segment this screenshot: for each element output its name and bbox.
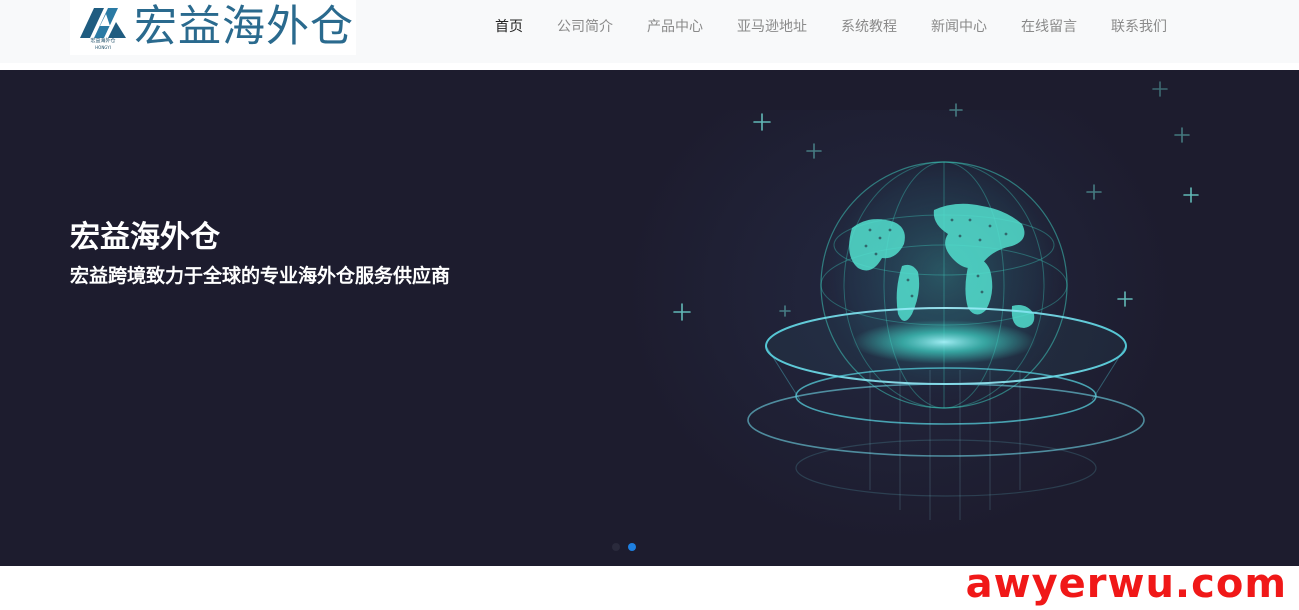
site-header: 宏益海外仓 HONGYI 宏益海外仓 首页 公司简介 产品中心 亚马逊地址 系统… [0, 0, 1299, 63]
nav-item-tutorials[interactable]: 系统教程 [824, 0, 914, 55]
nav-item-news[interactable]: 新闻中心 [914, 0, 1004, 55]
watermark: awyerwu.com [965, 561, 1287, 607]
nav-item-about[interactable]: 公司简介 [540, 0, 630, 55]
page: 宏益海外仓 HONGYI 宏益海外仓 首页 公司简介 产品中心 亚马逊地址 系统… [0, 0, 1299, 610]
logo-mark-subcaption: HONGYI [95, 45, 111, 50]
nav-item-message[interactable]: 在线留言 [1004, 0, 1094, 55]
globe-illustration [673, 81, 1199, 520]
hero-title: 宏益海外仓 [70, 220, 220, 255]
carousel-dot-2[interactable] [628, 543, 636, 551]
site-logo[interactable]: 宏益海外仓 HONGYI 宏益海外仓 [70, 0, 356, 55]
hero-subtitle: 宏益跨境致力于全球的专业海外仓服务供应商 [70, 265, 451, 287]
logo-mark-caption: 宏益海外仓 [90, 38, 116, 44]
nav-item-home[interactable]: 首页 [478, 0, 540, 55]
nav-item-amazon-address[interactable]: 亚马逊地址 [720, 0, 824, 55]
nav-item-contact[interactable]: 联系我们 [1094, 0, 1184, 55]
hero-banner[interactable]: 宏益海外仓 宏益跨境致力于全球的专业海外仓服务供应商 [0, 70, 1299, 566]
carousel-dots [612, 543, 636, 551]
carousel-dot-1[interactable] [612, 543, 620, 551]
logo-text: 宏益海外仓 [134, 2, 354, 52]
nav-item-products[interactable]: 产品中心 [630, 0, 720, 55]
main-nav: 首页 公司简介 产品中心 亚马逊地址 系统教程 新闻中心 在线留言 联系我们 [478, 0, 1184, 55]
